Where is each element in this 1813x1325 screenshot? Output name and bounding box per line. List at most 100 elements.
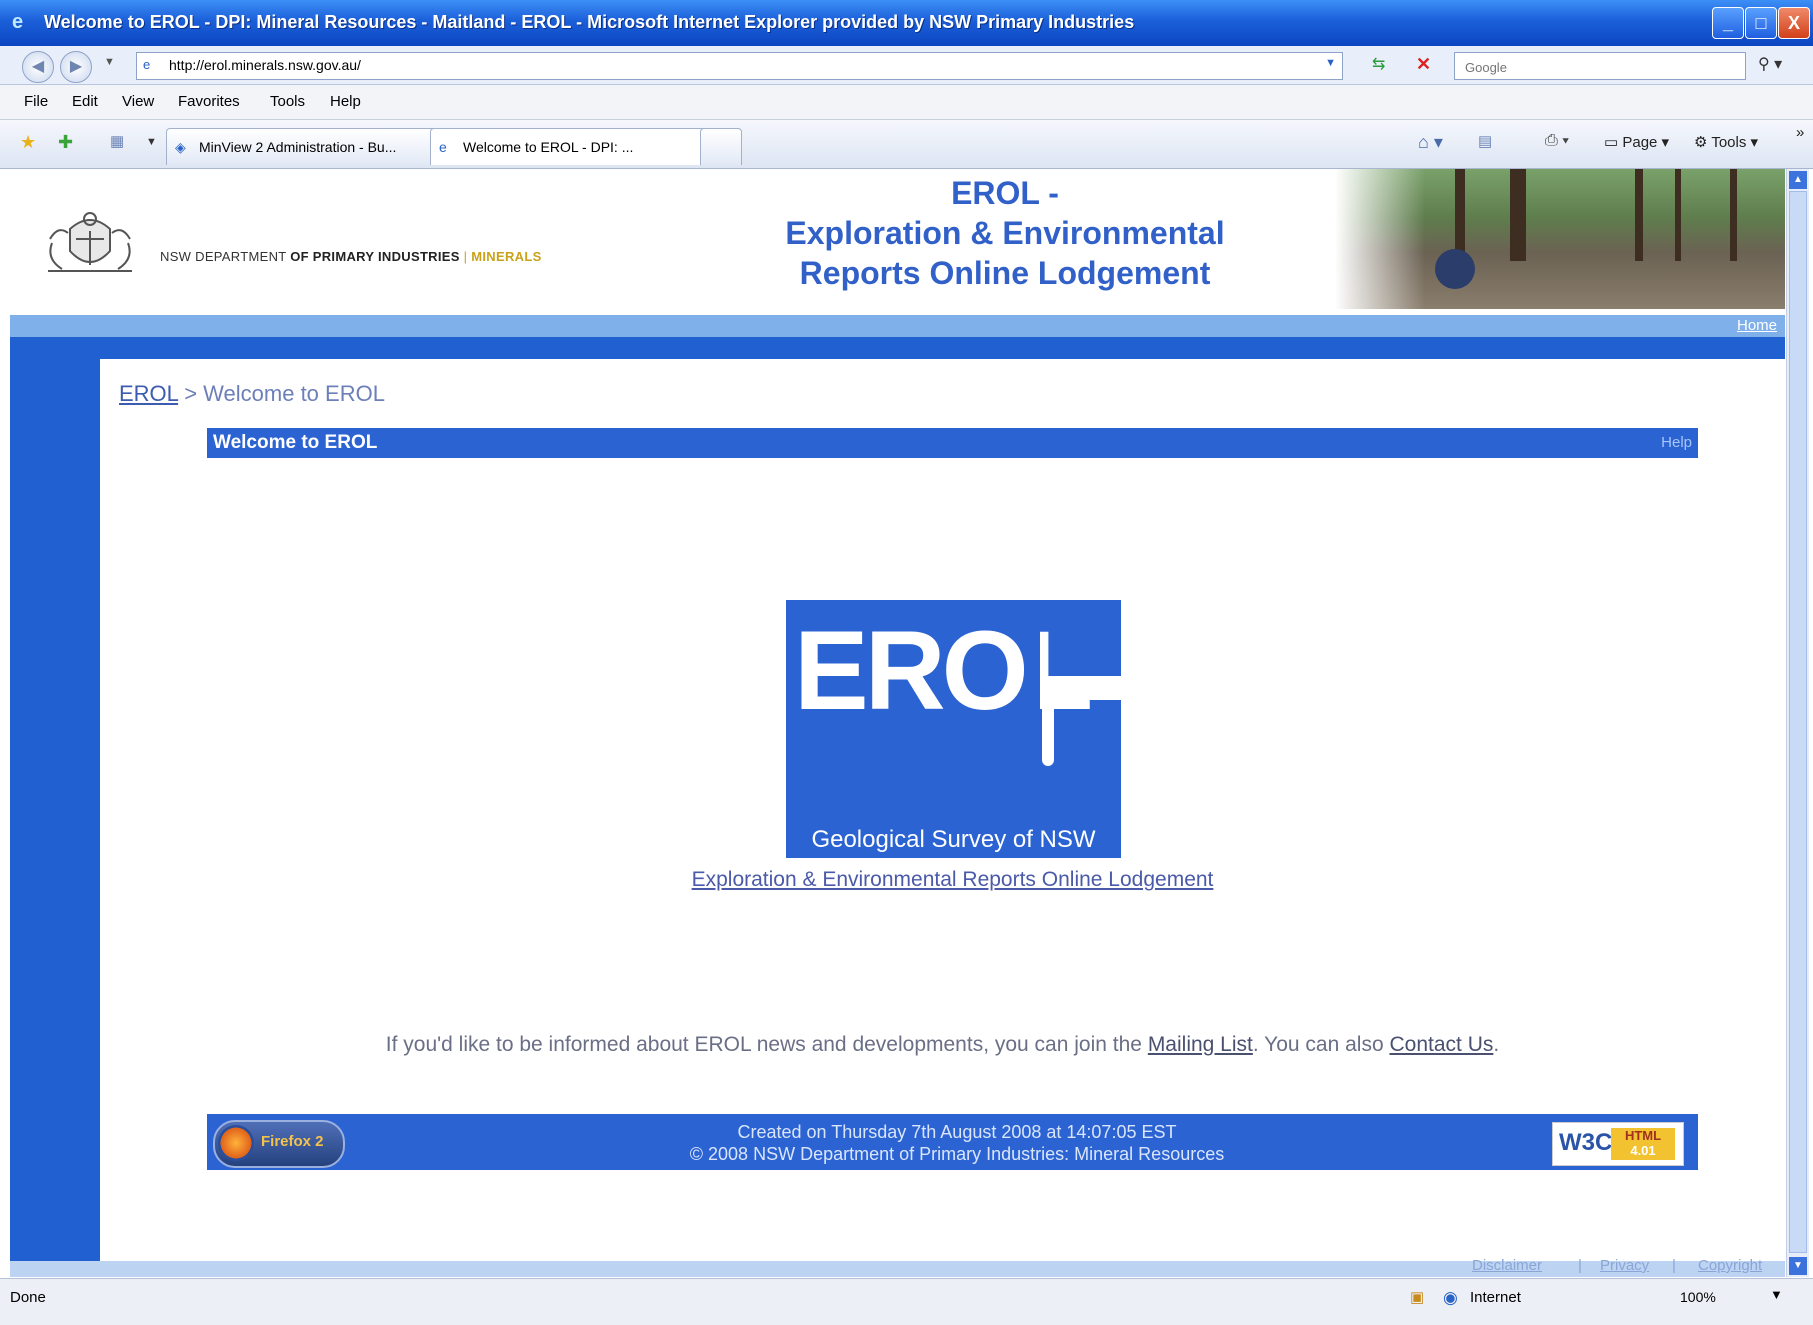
status-text: Done: [10, 1289, 46, 1306]
internet-explorer-icon: e: [12, 11, 24, 33]
security-zone: Internet: [1470, 1289, 1521, 1306]
firefox-label: Firefox 2: [261, 1133, 324, 1150]
firefox-badge[interactable]: Firefox 2: [213, 1120, 345, 1168]
nsw-crest-logo: [48, 212, 132, 272]
dept-bold: OF PRIMARY INDUSTRIES: [290, 249, 460, 264]
site-title-line3: Reports Online Lodgement: [799, 255, 1211, 291]
copyright-link[interactable]: Copyright: [1698, 1257, 1762, 1274]
tab-label: MinView 2 Administration - Bu...: [199, 139, 397, 155]
close-button[interactable]: X: [1778, 7, 1810, 39]
favorites-star-icon[interactable]: ★: [20, 132, 36, 153]
stop-icon[interactable]: ✕: [1416, 54, 1442, 78]
footer-links-strip: Disclaimer | Privacy | Copyright: [10, 1257, 1785, 1277]
tab-minview[interactable]: ◈ MinView 2 Administration - Bu...: [166, 128, 460, 165]
welcome-panel-title: Welcome to EROL: [213, 432, 378, 453]
news-suffix: .: [1493, 1033, 1500, 1056]
tools-menu-label: Tools: [1711, 134, 1747, 151]
history-dropdown-icon[interactable]: ▼: [104, 56, 115, 68]
url-field[interactable]: e http://erol.minerals.nsw.gov.au/ ▼: [136, 52, 1343, 80]
geological-survey-label: Geological Survey of NSW: [811, 826, 1096, 853]
breadcrumb-current: Welcome to EROL: [203, 381, 385, 406]
menu-file[interactable]: File: [24, 93, 48, 110]
help-link[interactable]: Help: [1661, 434, 1692, 451]
forest-header-photo: [1335, 169, 1785, 309]
footer-separator: |: [1578, 1257, 1582, 1274]
status-bar: Done ▣ ◉ Internet 100% ▼: [0, 1278, 1813, 1325]
erol-full-name-link[interactable]: Exploration & Environmental Reports Onli…: [600, 868, 1305, 892]
dept-prefix: NSW DEPARTMENT: [160, 249, 291, 264]
tab-favicon-icon: e: [439, 139, 447, 155]
w3c-html-badge[interactable]: W3C HTML 4.01: [1552, 1122, 1684, 1166]
page-menu[interactable]: ▭ Page ▾: [1604, 133, 1669, 151]
breadcrumb-erol-link[interactable]: EROL: [119, 381, 178, 406]
back-button[interactable]: ◀: [22, 51, 54, 83]
refresh-icon[interactable]: ⇆: [1372, 54, 1398, 78]
main-content: EROL > Welcome to EROL Welcome to EROL H…: [100, 359, 1785, 1261]
home-icon[interactable]: ⌂ ▾: [1418, 132, 1443, 153]
menu-bar: File Edit View Favorites Tools Help: [0, 85, 1813, 120]
tab-label: Welcome to EROL - DPI: ...: [463, 139, 634, 155]
menu-edit[interactable]: Edit: [72, 93, 98, 110]
window-title: Welcome to EROL - DPI: Mineral Resources…: [44, 12, 1135, 32]
scroll-thumb[interactable]: [1789, 191, 1807, 1253]
privacy-link[interactable]: Privacy: [1600, 1257, 1649, 1274]
scroll-up-icon[interactable]: ▲: [1789, 171, 1807, 189]
tools-menu[interactable]: ⚙ Tools ▾: [1694, 133, 1758, 151]
tab-bar: ★ ✚ ▦ ▼ ◈ MinView 2 Administration - Bu.…: [0, 120, 1813, 169]
erol-logo[interactable]: EROL Geological Survey of NSW: [786, 600, 1121, 858]
menu-tools[interactable]: Tools: [270, 93, 305, 110]
header-nav-strip: Home: [10, 315, 1785, 337]
menu-favorites[interactable]: Favorites: [178, 93, 240, 110]
dept-separator: |: [459, 249, 472, 264]
news-notice: If you'd like to be informed about EROL …: [100, 1033, 1785, 1057]
news-middle: . You can also: [1252, 1033, 1390, 1056]
welcome-panel-header: Welcome to EROL Help: [207, 428, 1698, 458]
page-footer: Firefox 2 Created on Thursday 7th August…: [207, 1114, 1698, 1170]
site-title-line2: Exploration & Environmental: [785, 215, 1225, 251]
feeds-icon[interactable]: ▤: [1478, 132, 1492, 150]
print-icon[interactable]: ⎙ ▾: [1545, 132, 1569, 150]
toolbar-overflow-icon[interactable]: »: [1796, 124, 1804, 141]
zoom-level[interactable]: 100%: [1680, 1289, 1716, 1305]
vertical-scrollbar[interactable]: ▲ ▼: [1786, 169, 1809, 1277]
created-date: Created on Thursday 7th August 2008 at 1…: [737, 1122, 1177, 1142]
tab-erol[interactable]: e Welcome to EROL - DPI: ... ×: [430, 128, 730, 165]
site-title: EROL - Exploration & Environmental Repor…: [710, 173, 1300, 293]
site-header: NSW DEPARTMENT OF PRIMARY INDUSTRIES | M…: [10, 169, 1785, 315]
url-text: http://erol.minerals.nsw.gov.au/: [169, 57, 361, 73]
search-icon[interactable]: ⚲ ▾: [1758, 54, 1798, 78]
breadcrumb: EROL > Welcome to EROL: [119, 381, 385, 407]
html-badge-line1: HTML: [1624, 1128, 1662, 1143]
dept-minerals: MINERALS: [471, 249, 542, 264]
page-favicon-icon: e: [143, 57, 151, 72]
contact-us-link[interactable]: Contact Us: [1389, 1033, 1493, 1056]
disclaimer-link[interactable]: Disclaimer: [1472, 1257, 1542, 1274]
copyright-text: © 2008 NSW Department of Primary Industr…: [689, 1144, 1225, 1164]
maximize-button[interactable]: □: [1745, 7, 1777, 39]
quick-tabs-icon[interactable]: ▦: [110, 132, 124, 150]
address-bar: ◀ ▶ ▼ e http://erol.minerals.nsw.gov.au/…: [0, 46, 1813, 85]
html-version-badge: HTML 4.01: [1611, 1128, 1675, 1160]
search-input[interactable]: [1463, 55, 1737, 79]
search-box[interactable]: [1454, 52, 1746, 80]
site-title-line1: EROL -: [951, 175, 1059, 211]
home-link[interactable]: Home: [1737, 317, 1777, 334]
footer-info: Created on Thursday 7th August 2008 at 1…: [587, 1121, 1327, 1165]
mailing-list-link[interactable]: Mailing List: [1148, 1033, 1253, 1056]
url-dropdown-icon[interactable]: ▼: [1325, 57, 1336, 69]
scroll-down-icon[interactable]: ▼: [1789, 1257, 1807, 1275]
footer-separator: |: [1672, 1257, 1676, 1274]
window-title-bar: e Welcome to EROL - DPI: Mineral Resourc…: [0, 0, 1813, 46]
forward-button[interactable]: ▶: [60, 51, 92, 83]
globe-icon: ◉: [1443, 1288, 1458, 1307]
zoom-dropdown-icon[interactable]: ▼: [1770, 1287, 1783, 1302]
new-tab-button[interactable]: [700, 128, 742, 165]
tab-list-icon[interactable]: ▼: [146, 136, 157, 148]
tab-favicon-icon: ◈: [175, 139, 186, 155]
minimize-button[interactable]: _: [1712, 7, 1744, 39]
menu-view[interactable]: View: [122, 93, 154, 110]
menu-help[interactable]: Help: [330, 93, 361, 110]
news-prefix: If you'd like to be informed about EROL …: [385, 1033, 1148, 1056]
add-favorite-icon[interactable]: ✚: [58, 132, 73, 153]
firefox-icon: [218, 1125, 254, 1161]
